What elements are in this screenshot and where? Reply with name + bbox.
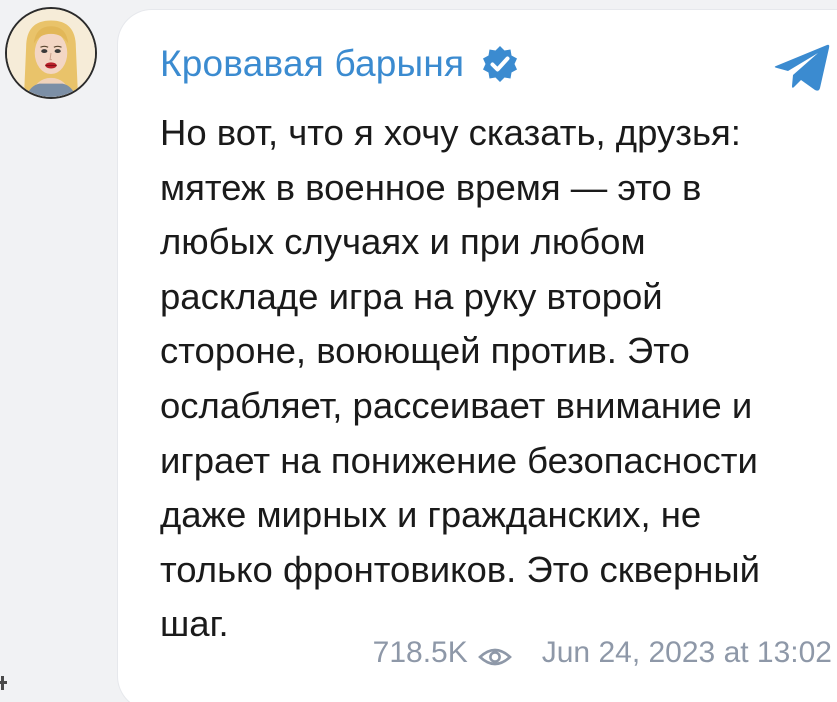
verified-badge-icon <box>480 44 520 84</box>
message-line: Но вот, что я хочу сказать, друзья: <box>160 112 741 153</box>
message-line: стороне, воюющей против. Это <box>160 330 690 372</box>
message-line: ослабляет, рассеивает внимание и <box>160 384 753 426</box>
view-count: 718.5K <box>372 636 468 669</box>
message-line: даже мирных и гражданских, не <box>160 494 702 536</box>
scroll-edge-marker <box>0 674 8 692</box>
message-line: играет на понижение безопасности <box>160 439 758 481</box>
post-header: Кровавая барыня <box>160 42 520 86</box>
telegram-icon[interactable] <box>773 40 831 94</box>
channel-name-link[interactable]: Кровавая барыня <box>160 43 464 85</box>
message-text: Но вот, что я хочу сказать, друзья: мяте… <box>160 106 837 652</box>
message-line: раскладе игра на руку второй <box>160 275 663 317</box>
post-meta: 718.5K Jun 24, 2023 at 13:02 <box>373 632 832 674</box>
avatar-portrait-image <box>7 9 95 97</box>
message-line: мятеж в военное время — это в <box>160 166 702 208</box>
eye-icon <box>477 642 512 666</box>
channel-avatar[interactable] <box>5 7 97 99</box>
message-line: любых случаях и при любом <box>160 221 646 263</box>
telegram-post-screenshot: Кровавая барыня Но вот, что я хочу сказа… <box>0 0 837 702</box>
message-line: только фронтовиков. Это скверный <box>160 548 761 590</box>
post-timestamp[interactable]: Jun 24, 2023 at 13:02 <box>542 636 832 670</box>
